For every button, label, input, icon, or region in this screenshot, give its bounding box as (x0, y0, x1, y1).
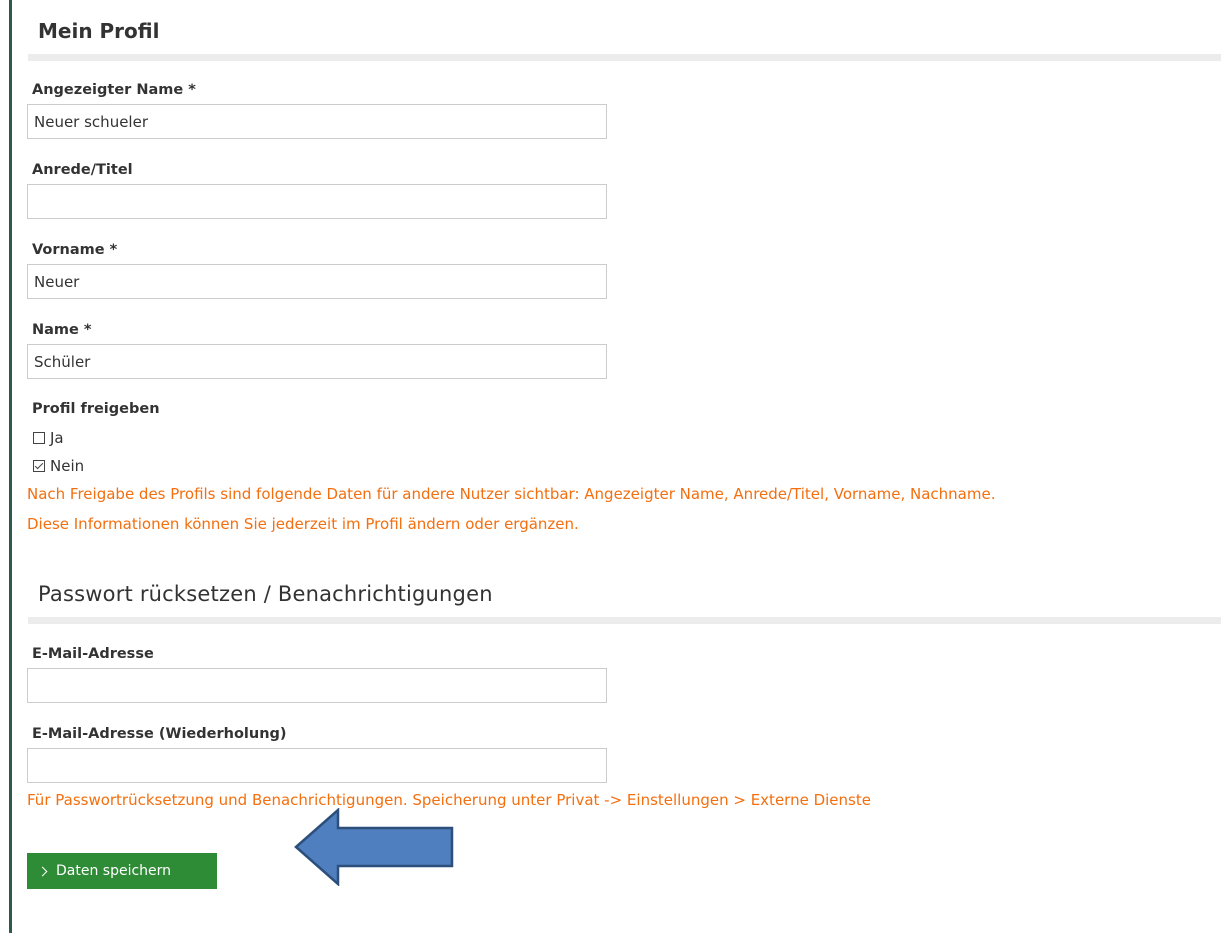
section-title-profile: Mein Profil (38, 19, 160, 43)
share-option-yes-label: Ja (50, 429, 64, 447)
arrow-left-icon (294, 808, 454, 886)
chevron-right-icon (37, 866, 48, 876)
save-data-button-label: Daten speichern (56, 863, 172, 879)
first-name-input[interactable] (27, 264, 607, 299)
share-option-no-label: Nein (50, 457, 85, 475)
checkbox-yes[interactable] (33, 432, 45, 444)
salutation-label: Anrede/Titel (32, 162, 133, 178)
section-title-password: Passwort rücksetzen / Benachrichtigungen (38, 582, 493, 606)
section-divider (28, 617, 1221, 624)
share-option-yes[interactable]: Ja (33, 429, 64, 447)
checkbox-no[interactable] (33, 460, 45, 472)
email-repeat-input[interactable] (27, 748, 607, 783)
profile-page: Mein Profil Angezeigter Name * Anrede/Ti… (0, 0, 1221, 933)
email-input[interactable] (27, 668, 607, 703)
display-name-input[interactable] (27, 104, 607, 139)
last-name-input[interactable] (27, 344, 607, 379)
share-profile-label: Profil freigeben (32, 401, 160, 417)
section-divider (28, 54, 1221, 61)
email-repeat-label: E-Mail-Adresse (Wiederholung) (32, 726, 287, 742)
email-label: E-Mail-Adresse (32, 646, 154, 662)
last-name-label: Name * (32, 322, 92, 338)
annotation-arrow-shape (294, 808, 454, 886)
share-hint-line1: Nach Freigabe des Profils sind folgende … (27, 485, 996, 503)
left-border (9, 0, 12, 933)
share-option-no[interactable]: Nein (33, 457, 84, 475)
share-hint-line2: Diese Informationen können Sie jederzeit… (27, 515, 579, 533)
save-data-button[interactable]: Daten speichern (27, 853, 217, 889)
first-name-label: Vorname * (32, 242, 118, 258)
display-name-label: Angezeigter Name * (32, 82, 196, 98)
salutation-input[interactable] (27, 184, 607, 219)
